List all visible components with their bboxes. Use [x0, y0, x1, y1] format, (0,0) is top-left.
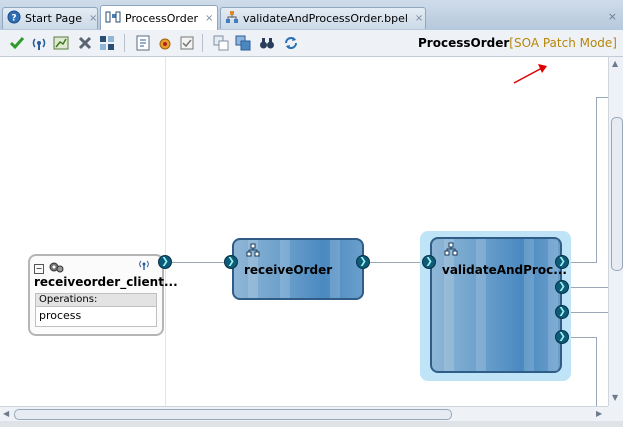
operation-item[interactable]: process — [35, 307, 157, 327]
scroll-right-icon[interactable]: ▶ — [596, 409, 602, 418]
composite-icon — [105, 10, 121, 27]
tab-process-order[interactable]: ProcessOrder × — [100, 5, 218, 31]
chart-icon[interactable] — [52, 34, 70, 52]
checklist-icon[interactable] — [178, 34, 196, 52]
validate-icon[interactable] — [8, 34, 26, 52]
composite-canvas[interactable]: − receiveorder_client... Operations: pro… — [0, 57, 608, 406]
operations-label: Operations: — [35, 293, 157, 307]
component-port-icon[interactable]: ❯ — [555, 305, 569, 319]
wire — [596, 97, 597, 263]
collapse-icon[interactable]: − — [34, 263, 44, 274]
component-port-icon[interactable]: ❯ — [555, 280, 569, 294]
composite-title: ProcessOrder[SOA Patch Mode] — [418, 36, 617, 50]
svg-text:?: ? — [11, 14, 16, 24]
bpel-icon — [444, 242, 458, 259]
layout-icon[interactable] — [98, 34, 116, 52]
help-icon: ? — [7, 10, 21, 27]
horizontal-scrollbar[interactable]: ◀ ▶ — [0, 406, 608, 422]
paste-icon[interactable] — [234, 34, 252, 52]
swimlane-divider — [165, 57, 166, 406]
component-port-icon[interactable]: ❯ — [224, 255, 238, 269]
wsdl-icon[interactable] — [30, 34, 48, 52]
service-name: receiveorder_client... — [34, 275, 178, 289]
vertical-scrollbar[interactable]: ▲ ▼ — [608, 57, 623, 406]
wire — [172, 262, 232, 263]
stripe — [524, 239, 534, 371]
binoculars-icon[interactable] — [258, 34, 276, 52]
horizontal-scroll-thumb[interactable] — [14, 409, 452, 420]
wire — [568, 262, 596, 263]
composite-name: ProcessOrder — [418, 36, 510, 50]
component-receive-order[interactable]: receiveOrder — [232, 238, 364, 300]
vertical-scroll-thumb[interactable] — [611, 117, 623, 271]
bottom-strip — [0, 421, 623, 427]
stripe — [476, 239, 486, 371]
bug-icon[interactable] — [156, 34, 174, 52]
component-port-icon[interactable]: ❯ — [555, 330, 569, 344]
toolbar-separator — [124, 34, 125, 52]
tab-label: ProcessOrder — [125, 12, 198, 25]
component-port-icon[interactable]: ❯ — [422, 255, 436, 269]
component-validate-and-process[interactable]: validateAndProc... — [430, 237, 567, 373]
scroll-corner — [608, 406, 623, 421]
close-all-icon[interactable]: × — [608, 10, 617, 23]
wire — [596, 337, 597, 406]
close-icon[interactable]: × — [205, 13, 213, 24]
wire — [568, 287, 608, 288]
refresh-icon[interactable] — [282, 34, 300, 52]
scroll-down-icon[interactable]: ▼ — [612, 393, 618, 402]
component-port-icon[interactable]: ❯ — [356, 255, 370, 269]
wire — [568, 337, 596, 338]
tab-label: validateAndProcessOrder.bpel — [243, 12, 408, 25]
scroll-left-icon[interactable]: ◀ — [3, 409, 9, 418]
service-port-icon[interactable]: ❯ — [158, 255, 172, 269]
tab-bpel[interactable]: validateAndProcessOrder.bpel × — [220, 7, 426, 29]
close-icon[interactable]: × — [415, 13, 423, 24]
tab-start-page[interactable]: ? Start Page × — [2, 7, 98, 29]
close-icon[interactable]: × — [89, 13, 97, 24]
component-name: receiveOrder — [244, 263, 333, 277]
tab-label: Start Page — [25, 12, 82, 25]
toolbar-separator — [202, 34, 203, 52]
scroll-up-icon[interactable]: ▲ — [612, 59, 618, 68]
bpel-icon — [225, 10, 239, 27]
annotation-arrow-icon — [512, 62, 552, 89]
component-port-icon[interactable]: ❯ — [555, 255, 569, 269]
wire — [568, 312, 608, 313]
xsd-icon[interactable] — [134, 34, 152, 52]
wsdl-icon — [138, 259, 150, 274]
wire — [596, 97, 608, 98]
service-receiveorder-client[interactable]: − receiveorder_client... Operations: pro… — [28, 254, 178, 336]
editor-tab-bar: ? Start Page × ProcessOrder × validateAn… — [0, 0, 623, 31]
patch-mode-label: [SOA Patch Mode] — [509, 36, 617, 50]
composite-toolbar: ProcessOrder[SOA Patch Mode] — [0, 30, 623, 57]
wire — [370, 262, 426, 263]
bpel-icon — [246, 243, 260, 260]
copy-icon[interactable] — [212, 34, 230, 52]
delete-icon[interactable] — [76, 34, 94, 52]
component-name: validateAndProc... — [442, 263, 567, 277]
